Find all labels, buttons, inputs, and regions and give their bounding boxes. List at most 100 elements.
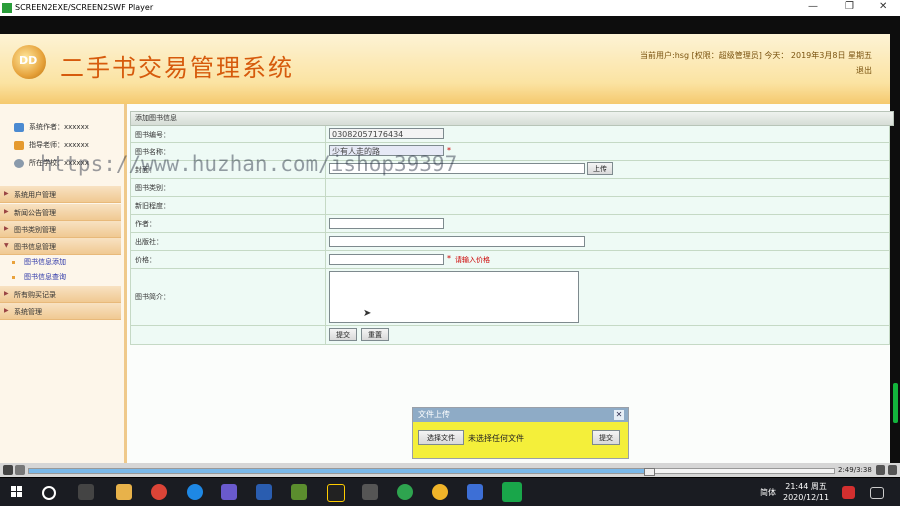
row-category: 图书类别：	[130, 179, 890, 197]
price-field[interactable]	[329, 254, 444, 265]
price-hint: 请输入价格	[455, 256, 490, 264]
publisher-label: 出版社：	[135, 238, 163, 246]
form-header: 添加图书信息	[130, 111, 894, 126]
school-icon	[14, 158, 24, 168]
book-admin-app: DD 二手书交易管理系统 当前用户:hsg [权限：超级管理员] 今天： 201…	[0, 34, 894, 465]
menu-arrow-icon: ▶	[4, 208, 9, 215]
player-controls: 2:49/3:38	[0, 463, 900, 477]
submenu-book-query[interactable]: 图书信息查询	[12, 272, 66, 282]
mouse-cursor-icon: ➤	[363, 308, 372, 319]
submit-button[interactable]: 提交	[329, 328, 357, 341]
sidebar-meta-teacher: 指导老师：xxxxxx	[14, 140, 89, 150]
ide-icon[interactable]	[256, 484, 272, 500]
pause-icon[interactable]	[3, 465, 13, 475]
logo-icon: DD	[12, 45, 46, 79]
menu-arrow-icon: ▼	[4, 242, 9, 249]
row-publisher: 出版社：	[130, 233, 890, 251]
tools-icon[interactable]	[362, 484, 378, 500]
watermark-text: https://www.huzhan.com/ishop39397	[40, 152, 458, 176]
fullscreen-icon[interactable]	[876, 465, 885, 475]
user-group-icon	[14, 122, 24, 132]
row-book-no: 图书编号： 03082057176434	[130, 126, 890, 143]
windows-start-icon[interactable]	[11, 486, 23, 498]
settings-icon[interactable]	[888, 465, 897, 475]
cover-upload-button[interactable]: 上传	[587, 162, 613, 175]
chrome-icon[interactable]	[151, 484, 167, 500]
condition-label: 新旧程度：	[135, 202, 170, 210]
sidebar-meta-author: 系统作者：xxxxxx	[14, 122, 89, 132]
reset-button[interactable]: 重置	[361, 328, 389, 341]
windows-taskbar: 简体 21:44 周五 2020/12/11	[0, 478, 900, 506]
choose-file-button[interactable]: 选择文件	[418, 430, 464, 445]
menu-arrow-icon: ▶	[4, 225, 9, 232]
notepad-icon[interactable]	[291, 484, 307, 500]
taskbar-clock[interactable]: 21:44 周五 2020/12/11	[783, 481, 829, 503]
logout-link[interactable]: 退出	[640, 63, 872, 78]
required-mark: *	[447, 254, 451, 263]
row-condition: 新旧程度：	[130, 197, 890, 215]
player-screen: DD 二手书交易管理系统 当前用户:hsg [权限：超级管理员] 今天： 201…	[0, 16, 900, 465]
menu-purchase-records[interactable]: ▶ 所有购买记录	[0, 286, 121, 303]
menu-book-info[interactable]: ▼ 图书信息管理	[0, 238, 121, 255]
teacher-icon	[14, 140, 24, 150]
seek-bar[interactable]	[28, 468, 835, 476]
upload-dialog-title: 文件上传	[418, 410, 450, 419]
restore-icon[interactable]: ❐	[845, 1, 854, 12]
action-center-icon[interactable]	[870, 487, 884, 499]
task-view-icon[interactable]	[78, 484, 94, 500]
scroll-indicator[interactable]	[893, 383, 898, 423]
book-no-label: 图书编号：	[135, 131, 170, 139]
file-explorer-icon[interactable]	[116, 484, 132, 500]
row-actions: 提交 重置	[130, 326, 890, 345]
edge-icon[interactable]	[187, 484, 203, 500]
logo-text: DD	[19, 54, 38, 67]
input-language[interactable]: 简体	[760, 487, 776, 498]
price-label: 价格：	[135, 256, 156, 264]
notification-app-icon[interactable]	[842, 486, 855, 499]
bullet-icon	[12, 260, 15, 264]
menu-arrow-icon: ▶	[4, 290, 9, 297]
close-icon[interactable]: ✕	[879, 1, 887, 12]
search-icon[interactable]	[42, 486, 56, 500]
clock-time: 21:44 周五	[785, 482, 827, 491]
intro-label: 图书简介：	[135, 293, 170, 301]
player-app-icon	[2, 3, 12, 13]
seek-thumb[interactable]	[643, 468, 655, 476]
browser-icon[interactable]	[397, 484, 413, 500]
menu-system-admin[interactable]: ▶ 系统管理	[0, 303, 121, 320]
file-status-text: 未选择任何文件	[468, 434, 524, 443]
stop-icon[interactable]	[15, 465, 25, 475]
window-title: SCREEN2EXE/SCREEN2SWF Player	[15, 3, 154, 12]
screen-tool-icon[interactable]	[467, 484, 483, 500]
upload-submit-button[interactable]: 提交	[592, 430, 620, 445]
player-taskbar-icon[interactable]	[502, 482, 522, 502]
menu-arrow-icon: ▶	[4, 190, 9, 197]
menu-news[interactable]: ▶ 新闻公告管理	[0, 204, 121, 221]
current-user-text: 当前用户:hsg [权限：超级管理员] 今天： 2019年3月8日 星期五	[640, 51, 872, 60]
close-icon[interactable]: ✕	[614, 410, 624, 420]
row-intro: 图书简介：	[130, 269, 890, 326]
row-price: 价格： * 请输入价格	[130, 251, 890, 269]
clock-date: 2020/12/11	[783, 493, 830, 502]
window-titlebar: SCREEN2EXE/SCREEN2SWF Player — ❐ ✕	[0, 0, 900, 16]
app-icon[interactable]	[221, 484, 237, 500]
menu-arrow-icon: ▶	[4, 307, 9, 314]
book-no-field[interactable]: 03082057176434	[329, 128, 444, 139]
chat-icon[interactable]	[432, 484, 448, 500]
seek-progress	[29, 469, 649, 473]
system-title: 二手书交易管理系统	[60, 54, 294, 82]
upload-dialog-header: 文件上传 ✕	[413, 408, 628, 422]
qq-icon[interactable]	[327, 484, 345, 502]
menu-book-category[interactable]: ▶ 图书类别管理	[0, 221, 121, 238]
row-author: 作者：	[130, 215, 890, 233]
author-field[interactable]	[329, 218, 444, 229]
user-info: 当前用户:hsg [权限：超级管理员] 今天： 2019年3月8日 星期五 退出	[640, 48, 872, 78]
upload-dialog: 文件上传 ✕ 选择文件 未选择任何文件 提交	[412, 407, 629, 459]
bullet-icon	[12, 275, 15, 279]
category-label: 图书类别：	[135, 184, 170, 192]
minimize-icon[interactable]: —	[808, 1, 818, 12]
submenu-book-add[interactable]: 图书信息添加	[12, 257, 66, 267]
menu-system-users[interactable]: ▶ 系统用户管理	[0, 186, 121, 203]
publisher-field[interactable]	[329, 236, 585, 247]
playback-time: 2:49/3:38	[838, 466, 872, 474]
